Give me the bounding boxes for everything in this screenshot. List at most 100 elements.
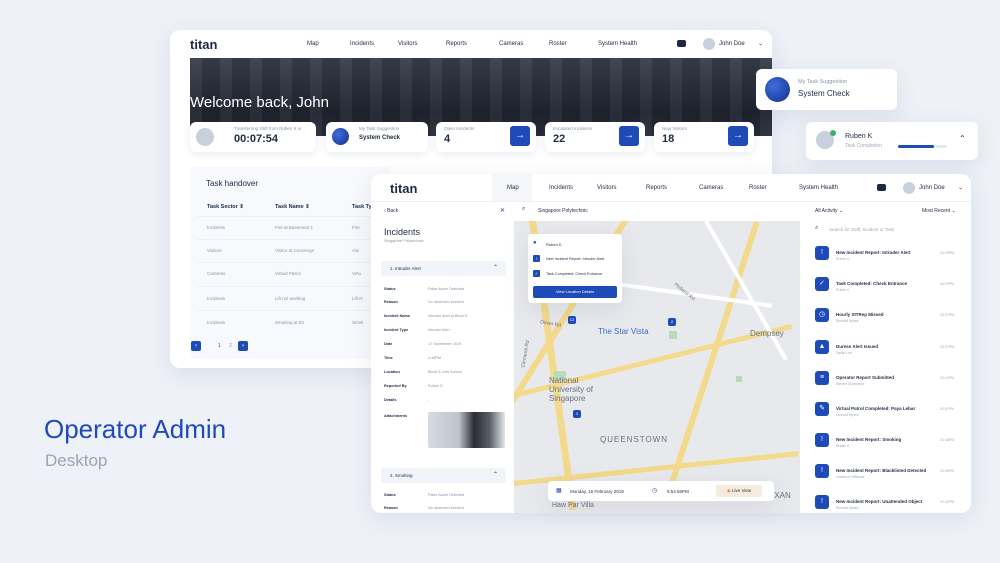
live-view-button[interactable]: ◉ Live View (716, 485, 762, 497)
visitors-value: 18 (662, 133, 675, 145)
activity-title[interactable]: New Incident Report: Unattended Object (836, 499, 922, 504)
chevron-up-icon[interactable]: ⌃ (493, 471, 498, 478)
map-pin[interactable]: 1 (573, 410, 581, 418)
detail-value: False Alarm Detected (428, 493, 465, 497)
nav-reports[interactable]: Reports (646, 185, 667, 191)
activity-title[interactable]: Duress Alert Issued (836, 344, 878, 349)
chevron-down-icon[interactable]: ⌄ (958, 184, 963, 191)
attachment-thumbnail[interactable] (428, 412, 505, 448)
footer-time[interactable]: 5:54:56PM (667, 489, 689, 494)
footer-date[interactable]: Monday, 16 February 2019 (570, 489, 624, 494)
new-visitors-card[interactable]: New Visitors 18 → (654, 122, 754, 152)
open-incidents-value: 4 (444, 133, 451, 145)
calendar-icon[interactable]: ▦ (556, 487, 562, 494)
activity-search-input[interactable]: Search for Staff, Incident or Task (829, 227, 894, 232)
open-incidents-card[interactable]: Open Incidents 4 → (436, 122, 536, 152)
clock-icon[interactable]: ◷ (652, 487, 657, 494)
activity-title[interactable]: Virtual Patrol Completed: Paya Lebar (836, 406, 915, 411)
nav-map[interactable]: Map (307, 41, 319, 47)
activity-title[interactable]: New Incident Report: Smoking (836, 437, 901, 442)
map-pin[interactable]: 12 (568, 316, 576, 324)
arrow-right-icon[interactable]: → (728, 126, 748, 146)
map-label: The Star Vista (598, 327, 649, 336)
task-suggestion-card[interactable]: My Task Suggestion System Check (326, 122, 428, 152)
chat-icon[interactable] (877, 184, 886, 191)
activity-sub: Richard Myers (836, 506, 859, 510)
detail-label: Date (384, 342, 393, 346)
alert-icon: ! (815, 433, 829, 447)
nav-incidents[interactable]: Incidents (549, 185, 573, 191)
next-page-button[interactable]: › (238, 341, 248, 351)
th-task-sector[interactable]: Task Sector ⇕ (207, 204, 244, 210)
section-smoking[interactable]: 2. Smoking ⌃ (381, 468, 506, 483)
activity-title[interactable]: Operator Report Submitted (836, 375, 894, 380)
activity-filter[interactable]: All Activity ⌄ (815, 208, 843, 214)
th-task-type[interactable]: Task Ty (352, 204, 372, 210)
activity-sub: Sarah Lee (836, 351, 853, 355)
activity-title[interactable]: Task Completed: Check Entrance (836, 281, 907, 286)
activity-title[interactable]: Hourly SITRep Missed (836, 312, 884, 317)
avatar[interactable] (903, 182, 915, 194)
online-dot (830, 130, 836, 136)
chevron-up-icon[interactable]: ⌃ (959, 134, 966, 143)
activity-title[interactable]: New Incident Report: Intruder Alert (836, 250, 911, 255)
nav-cameras[interactable]: Cameras (699, 185, 723, 191)
map-pin[interactable]: 2 (668, 318, 676, 326)
view-location-button[interactable]: View Location Details (533, 286, 617, 298)
chat-icon[interactable] (677, 40, 686, 47)
user-name[interactable]: John Doe (919, 185, 945, 191)
table-cell: Lift N (352, 296, 363, 301)
detail-label: Incident Type (384, 328, 409, 332)
escalated-incidents-card[interactable]: Escalated Incidents 22 → (545, 122, 645, 152)
th-task-name[interactable]: Task Name ⇕ (275, 204, 310, 210)
back-button[interactable]: ‹ Back (384, 208, 398, 214)
user-name[interactable]: John Doe (719, 41, 745, 47)
popup-name: Ruben K. (546, 242, 563, 247)
page-1[interactable]: 1 (218, 343, 221, 349)
search-icon[interactable]: ⌕ (522, 206, 525, 213)
nav-visitors[interactable]: Visitors (597, 185, 617, 191)
popup-item: Task Completed: Check Entrance (546, 272, 603, 276)
table-cell: Visi (352, 248, 360, 253)
map-label: Clementi Rd (520, 339, 532, 369)
detail-label: Reason (384, 300, 398, 304)
table-cell: Incidents (207, 225, 226, 230)
page-2[interactable]: 2 (229, 343, 232, 349)
nav-visitors[interactable]: Visitors (398, 41, 418, 47)
incidents-subtitle: Singapore Polytechnic (384, 238, 424, 243)
user-icon: ● (533, 240, 537, 246)
arrow-right-icon[interactable]: → (619, 126, 639, 146)
chevron-down-icon[interactable]: ⌄ (758, 40, 763, 47)
nav-reports[interactable]: Reports (446, 41, 467, 47)
nav-roster[interactable]: Roster (749, 185, 767, 191)
activity-time: 04:29PM (940, 282, 955, 286)
welcome-title: Welcome back, John (190, 94, 329, 111)
nav-system-health[interactable]: System Health (799, 185, 838, 191)
task-handover-panel (190, 167, 390, 359)
nav-roster[interactable]: Roster (549, 41, 567, 47)
task-suggestion-float[interactable]: My Task Suggestion System Check (756, 69, 897, 110)
nav-map[interactable]: Map (507, 185, 519, 191)
section-intruder-alert[interactable]: 1. Intruder Alert ⌃ (381, 261, 506, 276)
activity-sort[interactable]: Most Recent ⌄ (922, 208, 956, 214)
float-suggestion-label: My Task Suggestion (798, 79, 848, 85)
table-cell: Incidents (207, 296, 226, 301)
nav-cameras[interactable]: Cameras (499, 41, 523, 47)
chevron-up-icon[interactable]: ⌃ (493, 264, 498, 271)
detail-value: False Alarm Detected (428, 287, 465, 291)
prev-page-button[interactable]: ‹ (191, 341, 201, 351)
avatar[interactable] (703, 38, 715, 50)
activity-sub: Richard Myers (836, 413, 859, 417)
table-cell: Cameras (207, 271, 226, 276)
search-icon: ⌕ (815, 225, 819, 231)
detail-value: Ruben K (428, 384, 443, 388)
nav-incidents[interactable]: Incidents (350, 41, 374, 47)
nav-system-health[interactable]: System Health (598, 41, 637, 47)
table-cell: Smoking at B1 (275, 320, 305, 325)
ruben-card[interactable]: Ruben K Task Completion ⌃ (806, 122, 978, 160)
table-cell: Virtu (352, 271, 362, 276)
arrow-right-icon[interactable]: → (510, 126, 530, 146)
activity-title[interactable]: New Incident Report: Blacklisted Detecte… (836, 468, 926, 473)
map-location-input[interactable]: Singapore Polytechnic (538, 208, 588, 214)
close-icon[interactable]: ✕ (500, 207, 505, 214)
